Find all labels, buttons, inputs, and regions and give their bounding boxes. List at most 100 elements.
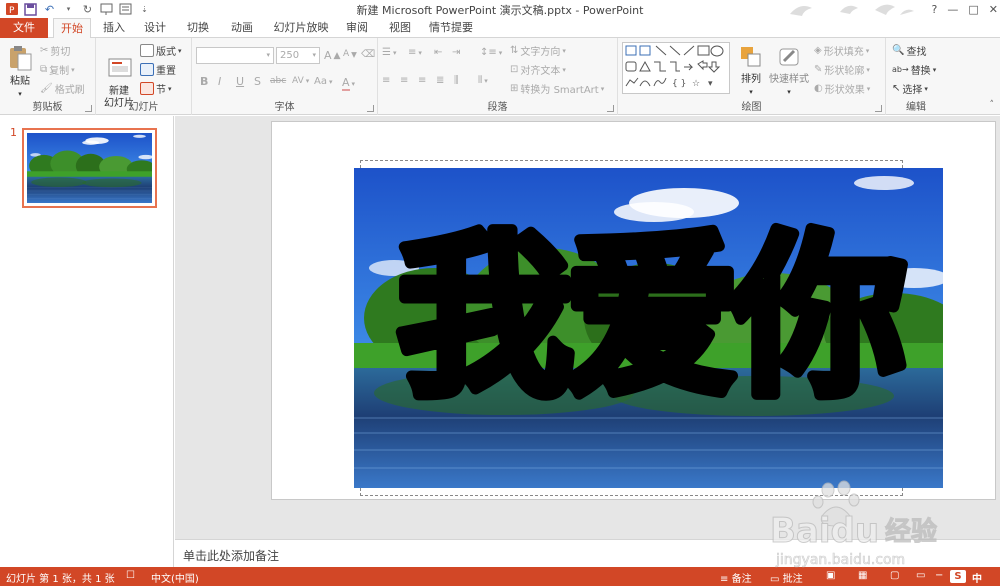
- normal-view-icon[interactable]: ▣: [826, 570, 835, 581]
- shapes-gallery[interactable]: { } ☆ ▾: [622, 42, 730, 94]
- slide-editor: 我爱你: [175, 116, 1000, 539]
- watermark-brand: Baidu: [770, 511, 879, 551]
- spellcheck-icon[interactable]: ☐: [126, 570, 135, 581]
- ribbon-tabs: 文件 开始 插入 设计 切换 动画 幻灯片放映 审阅 视图 情节提要: [0, 18, 1000, 39]
- paragraph-launcher-icon[interactable]: [607, 105, 614, 112]
- tab-home[interactable]: 开始: [53, 18, 91, 39]
- strikethrough-button[interactable]: abc: [270, 76, 286, 86]
- text-direction-button[interactable]: ⇅ 文字方向 ▾: [510, 43, 566, 58]
- title-bar: P ↶ ▾ ↻ ⇣ 新建 Microsoft PowerPoint 演示文稿.p…: [0, 0, 1000, 18]
- tab-design[interactable]: 设计: [138, 18, 172, 38]
- ime-indicator[interactable]: 中: [972, 570, 982, 585]
- quick-styles-button[interactable]: 快速样式 ▾: [768, 44, 810, 98]
- slide-picture[interactable]: 我爱你: [354, 168, 943, 488]
- clipboard-launcher-icon[interactable]: [85, 105, 92, 112]
- art-text[interactable]: 我爱你: [392, 212, 916, 426]
- font-name-combo[interactable]: ▾: [196, 47, 274, 64]
- group-editing: 🔍 查找 ab→ 替换 ▾ ↖ 选择 ▾ 编辑: [886, 38, 946, 115]
- tab-animations[interactable]: 动画: [225, 18, 259, 38]
- increase-indent-icon[interactable]: ⇥: [452, 47, 460, 58]
- line-spacing-button[interactable]: ↕≡ ▾: [480, 47, 502, 58]
- layout-icon: [140, 44, 154, 57]
- columns-button[interactable]: ⫴ ▾: [478, 75, 488, 86]
- layout-button[interactable]: 版式 ▾: [140, 43, 182, 58]
- replace-icon: ab→: [892, 65, 909, 74]
- paste-button[interactable]: 粘贴 ▾: [5, 44, 35, 100]
- grow-font-button[interactable]: A ▲: [324, 49, 341, 62]
- group-label-paragraph: 段落: [487, 102, 508, 113]
- select-button[interactable]: ↖ 选择 ▾: [892, 81, 928, 96]
- underline-button[interactable]: U: [236, 75, 244, 88]
- format-painter-button[interactable]: 🖌 格式刷: [40, 81, 85, 96]
- tab-slideshow[interactable]: 幻灯片放映: [268, 18, 334, 38]
- svg-text:{ }: { }: [672, 79, 686, 89]
- section-button[interactable]: 节 ▾: [140, 81, 172, 96]
- group-drawing: { } ☆ ▾ 排列 ▾ 快速样式 ▾ ◈ 形状填充 ▾ ✎ 形状轮廓 ▾ ◐ 形状效果 ▾…: [618, 38, 886, 115]
- comments-toggle-button[interactable]: ▭ 批注: [770, 570, 803, 585]
- smartart-icon: ⊞: [510, 83, 519, 94]
- window-controls: ? — □ ✕: [932, 0, 998, 18]
- shadow-button[interactable]: S: [254, 75, 261, 88]
- distributed-icon[interactable]: ⫼: [454, 75, 459, 86]
- slide-thumbnail[interactable]: [22, 128, 157, 208]
- font-launcher-icon[interactable]: [367, 105, 374, 112]
- tab-insert[interactable]: 插入: [97, 18, 131, 38]
- group-slides: 新建 幻灯片 版式 ▾ 重置 节 ▾ 幻灯片: [96, 38, 192, 115]
- tab-view[interactable]: 视图: [383, 18, 417, 38]
- notes-toggle-button[interactable]: ≡ 备注: [720, 570, 752, 585]
- group-label-slides: 幻灯片: [128, 102, 159, 113]
- font-size-combo[interactable]: 250 ▾: [276, 47, 320, 64]
- help-button[interactable]: ?: [932, 3, 938, 16]
- copy-button[interactable]: ⧉ 复制 ▾: [40, 62, 75, 77]
- shape-effects-button[interactable]: ◐ 形状效果 ▾: [814, 81, 870, 96]
- shrink-font-button[interactable]: A ▼: [343, 49, 357, 59]
- slide-number: 1: [10, 126, 17, 139]
- svg-text:▾: ▾: [708, 79, 713, 89]
- arrange-button[interactable]: 排列 ▾: [736, 44, 766, 98]
- shape-fill-button[interactable]: ◈ 形状填充 ▾: [814, 43, 869, 58]
- find-button[interactable]: 🔍 查找: [892, 43, 926, 58]
- font-color-button[interactable]: A ▾: [342, 76, 355, 91]
- align-center-icon[interactable]: ≡: [400, 75, 408, 86]
- close-button[interactable]: ✕: [989, 3, 998, 16]
- reading-view-icon[interactable]: ▢: [890, 570, 899, 581]
- clear-formatting-icon[interactable]: ⌫: [361, 49, 375, 60]
- numbering-button[interactable]: ≡ ▾: [408, 47, 422, 58]
- text-direction-icon: ⇅: [510, 45, 519, 56]
- watermark-url: jingyan.baidu.com: [775, 552, 905, 568]
- new-slide-icon: [108, 58, 132, 77]
- justify-icon[interactable]: ≣: [436, 75, 444, 86]
- bold-button[interactable]: B: [200, 75, 208, 88]
- language-status[interactable]: 中文(中国): [151, 570, 199, 585]
- decrease-indent-icon[interactable]: ⇤: [434, 47, 442, 58]
- slide-sorter-icon[interactable]: ▦: [858, 570, 867, 581]
- slide-canvas[interactable]: 我爱你: [271, 121, 996, 500]
- slide-count-status[interactable]: 幻灯片 第 1 张，共 1 张: [6, 570, 115, 585]
- align-left-icon[interactable]: ≡: [382, 75, 390, 86]
- bullets-button[interactable]: ☰ ▾: [382, 47, 396, 58]
- minimize-button[interactable]: —: [947, 3, 958, 16]
- change-case-button[interactable]: Aa ▾: [314, 76, 332, 87]
- align-text-button[interactable]: ⊡ 对齐文本 ▾: [510, 62, 566, 77]
- drawing-launcher-icon[interactable]: [875, 105, 882, 112]
- cursor-icon: ↖: [892, 83, 901, 94]
- zoom-out-icon[interactable]: −: [935, 570, 943, 581]
- shape-outline-button[interactable]: ✎ 形状轮廓 ▾: [814, 62, 870, 77]
- tab-storyboarding[interactable]: 情节提要: [427, 18, 475, 38]
- collapse-ribbon-icon[interactable]: ˄: [990, 100, 995, 110]
- cut-button[interactable]: ✂ 剪切: [40, 43, 70, 58]
- tab-transitions[interactable]: 切换: [181, 18, 215, 38]
- replace-button[interactable]: ab→ 替换 ▾: [892, 62, 936, 77]
- char-spacing-button[interactable]: AV ▾: [292, 76, 309, 86]
- line-spacing-icon: ↕≡: [480, 47, 497, 58]
- italic-button[interactable]: I: [218, 75, 221, 88]
- smartart-button[interactable]: ⊞ 转换为 SmartArt ▾: [510, 81, 604, 96]
- title-decoration: [790, 4, 914, 16]
- maximize-button[interactable]: □: [968, 3, 978, 16]
- tab-file[interactable]: 文件: [0, 18, 48, 38]
- svg-text:☆: ☆: [692, 79, 700, 89]
- tab-review[interactable]: 审阅: [340, 18, 374, 38]
- reset-button[interactable]: 重置: [140, 62, 176, 77]
- align-right-icon[interactable]: ≡: [418, 75, 426, 86]
- slideshow-view-icon[interactable]: ▭: [916, 570, 925, 581]
